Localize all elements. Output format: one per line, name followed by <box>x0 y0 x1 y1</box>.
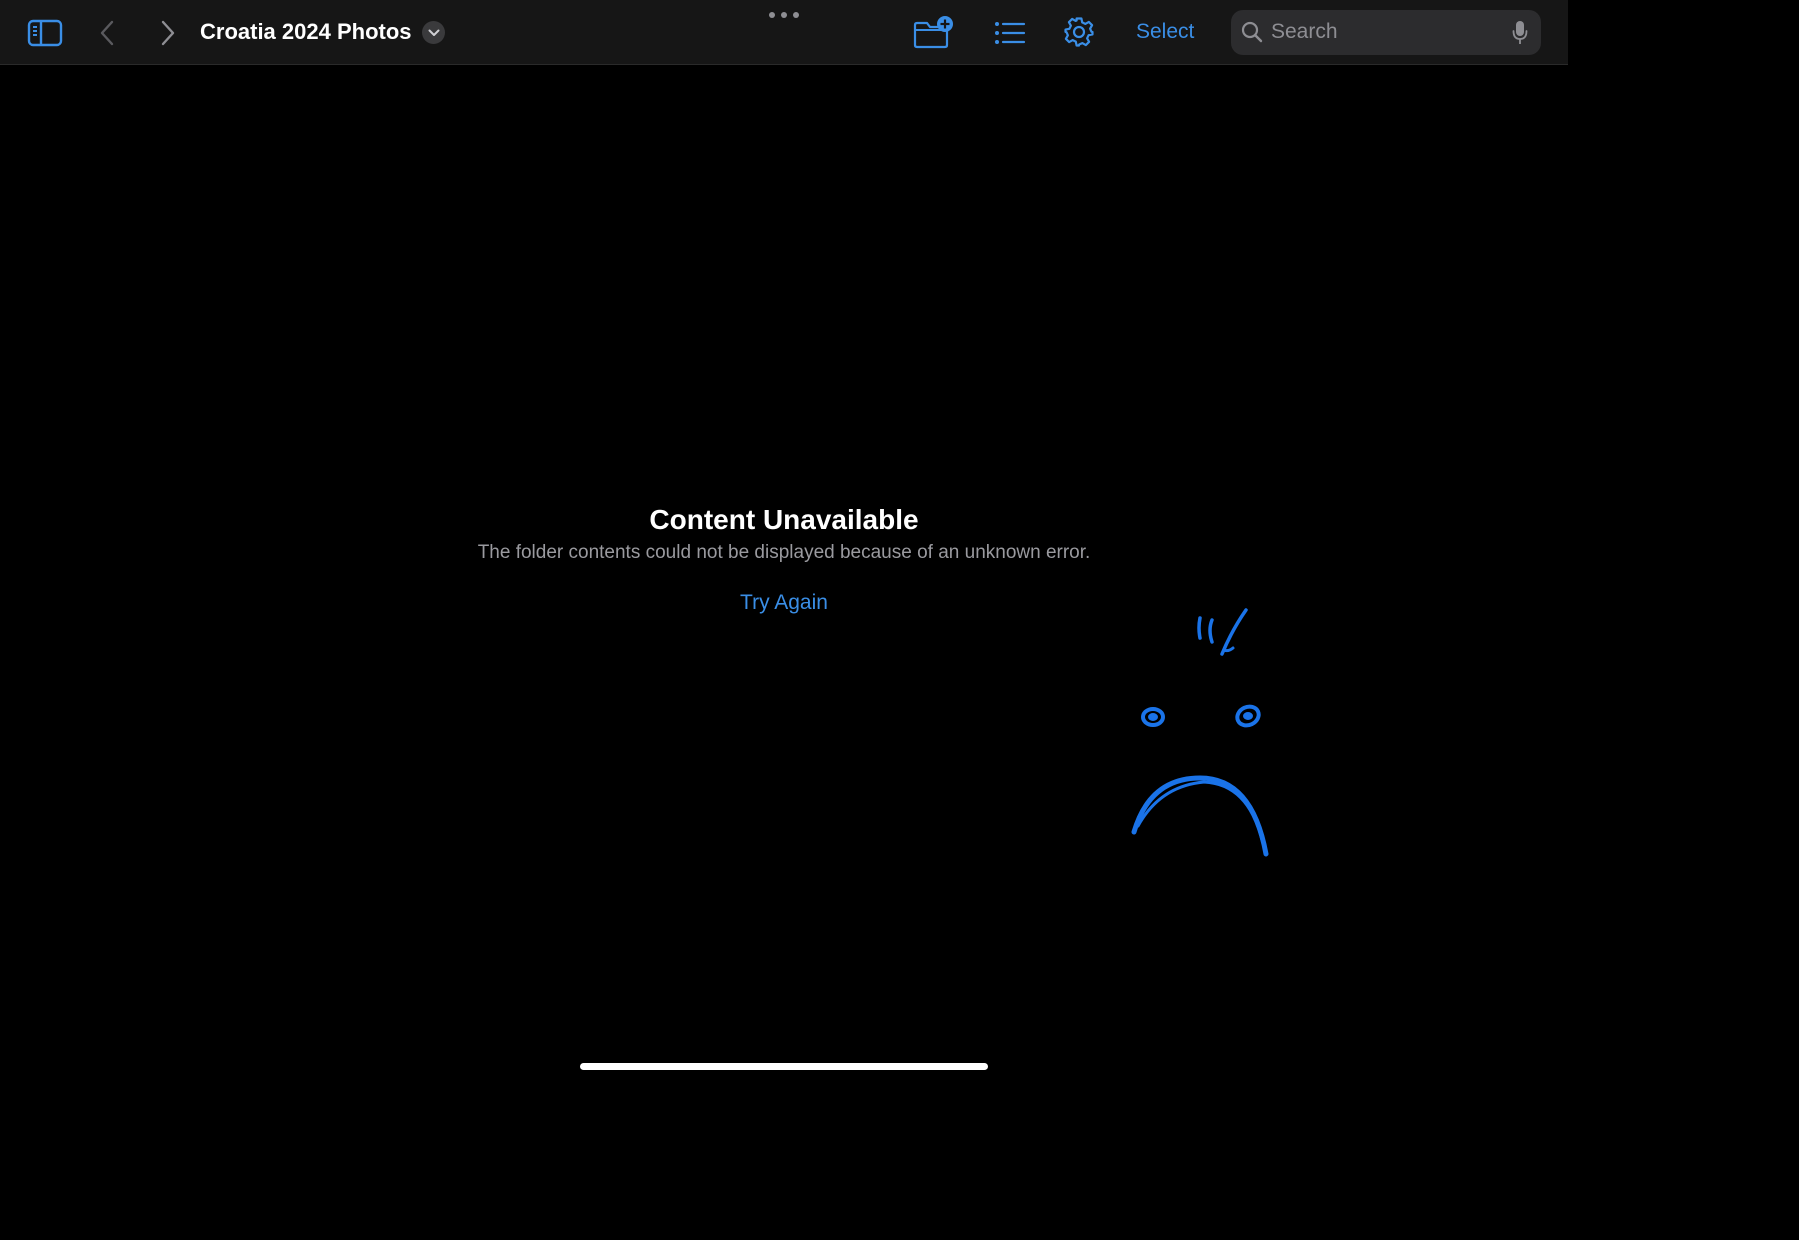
folder-title[interactable]: Croatia 2024 Photos <box>200 16 412 48</box>
new-folder-button[interactable] <box>912 14 954 50</box>
microphone-icon[interactable] <box>1512 20 1528 46</box>
search-input[interactable] <box>1271 17 1501 47</box>
magnifier-icon <box>1241 21 1263 43</box>
more-dots-icon[interactable] <box>769 11 799 19</box>
list-icon <box>995 22 1026 44</box>
gear-icon <box>1064 17 1094 47</box>
toolbar: Croatia 2024 Photos Select Search <box>0 0 1568 65</box>
sidebar-toggle-button[interactable] <box>27 17 63 49</box>
sad-face-doodle-icon <box>1131 608 1269 857</box>
select-button[interactable]: Select <box>1136 17 1194 47</box>
back-button[interactable] <box>94 17 120 49</box>
search-field[interactable] <box>1231 10 1541 55</box>
settings-button[interactable] <box>1062 15 1096 49</box>
view-options-button[interactable] <box>993 17 1027 49</box>
forward-button[interactable] <box>155 17 181 49</box>
title-menu-button[interactable] <box>422 21 445 44</box>
try-again-button[interactable]: Try Again <box>740 588 828 618</box>
chevron-right-icon <box>161 20 175 46</box>
empty-state-message: The folder contents could not be display… <box>477 542 1091 563</box>
sidebar-toggle-icon <box>27 19 63 47</box>
empty-state: Content Unavailable The folder contents … <box>0 500 1568 618</box>
chevron-left-icon <box>100 20 114 46</box>
folder-badge-plus-icon <box>913 16 953 49</box>
empty-state-title: Content Unavailable <box>649 504 919 535</box>
home-indicator[interactable] <box>580 1063 988 1070</box>
chevron-down-icon <box>428 29 439 36</box>
